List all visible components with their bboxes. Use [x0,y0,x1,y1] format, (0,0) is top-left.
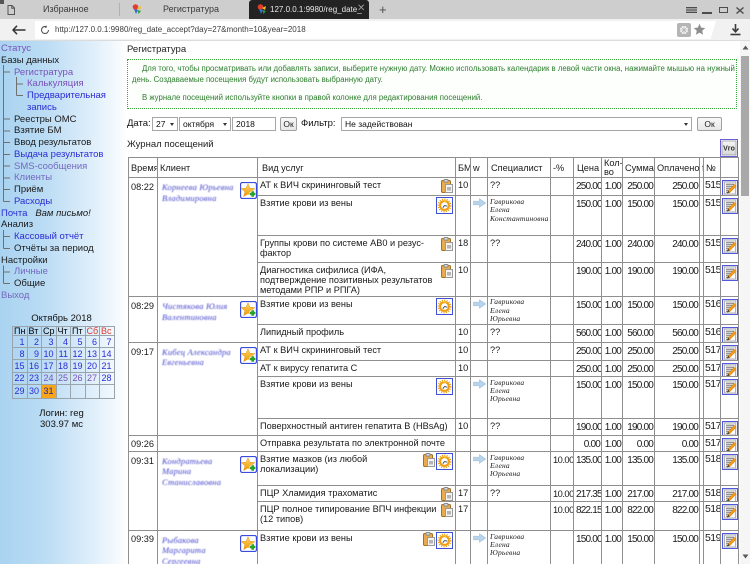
svg-text:Vгo: Vгo [723,146,735,153]
